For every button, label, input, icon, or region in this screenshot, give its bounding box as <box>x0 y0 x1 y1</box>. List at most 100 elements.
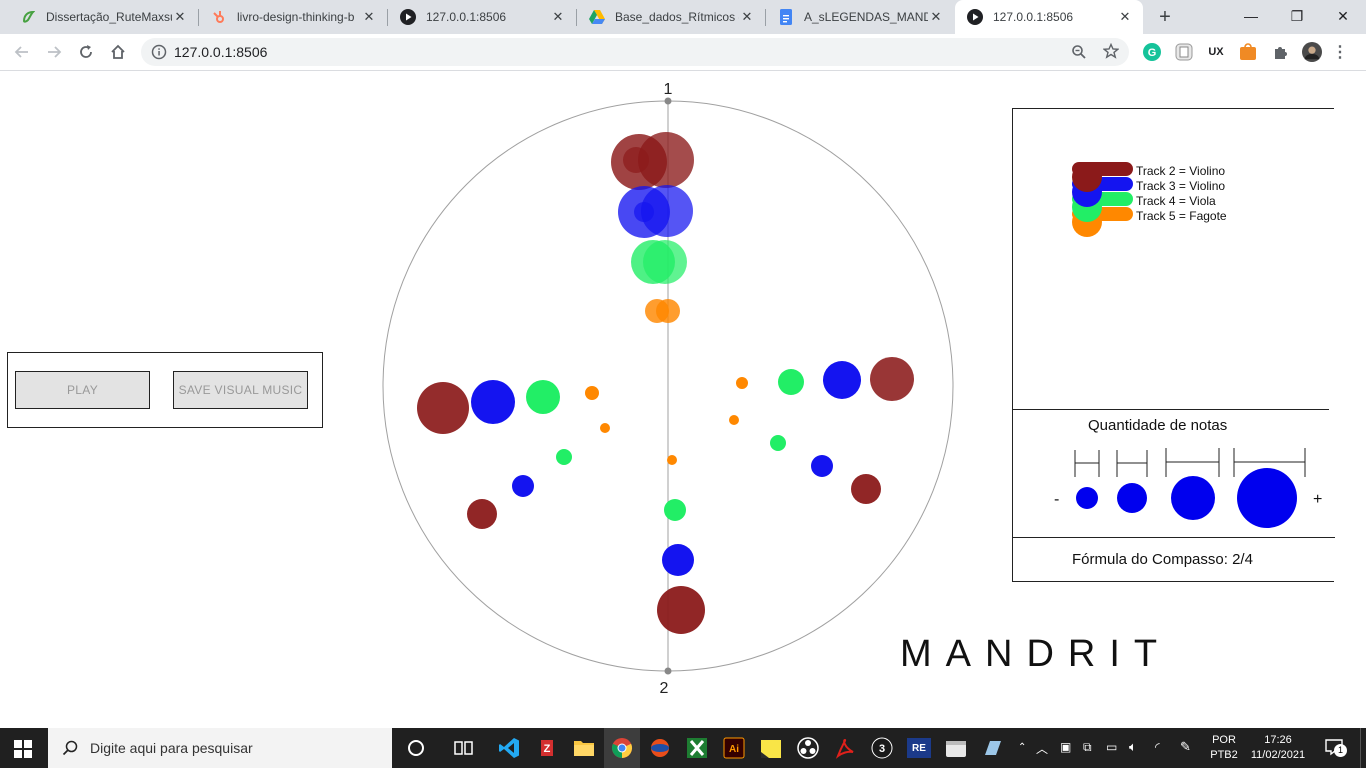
extensions-puzzle-icon[interactable] <box>1270 42 1290 62</box>
extension-page-icon[interactable] <box>1174 42 1194 62</box>
windows-start-icon[interactable] <box>14 740 32 763</box>
note-circle <box>667 455 677 465</box>
app-red-icon[interactable]: Z <box>535 736 559 760</box>
size-sample-small <box>1076 487 1098 509</box>
beat-label-2: 2 <box>660 680 669 697</box>
tab-3-title: 127.0.0.1:8506 <box>426 10 507 24</box>
tray-scroll-icon[interactable]: ⌃ <box>1018 742 1026 753</box>
tab-5-title: A_sLEGENDAS_MANDR <box>804 10 928 24</box>
note-circle <box>770 435 786 451</box>
close-window-icon[interactable]: ✕ <box>1320 0 1366 34</box>
close-tab-4-icon[interactable]: ✕ <box>739 9 755 25</box>
note-circle <box>471 380 515 424</box>
back-icon[interactable] <box>10 40 34 64</box>
close-tab-1-icon[interactable]: ✕ <box>172 9 188 25</box>
menu-kebab-icon[interactable]: ⋮ <box>1330 42 1350 62</box>
tab-1-title: Dissertação_RuteMaxsu <box>46 10 172 24</box>
language-code: POR <box>1212 734 1236 746</box>
tab-4[interactable]: Base_dados_Rítmicos - ✕ <box>577 0 765 34</box>
vscode-icon[interactable] <box>497 736 521 760</box>
show-desktop-button[interactable] <box>1360 728 1366 768</box>
new-tab-icon[interactable]: + <box>1154 6 1176 28</box>
tab-6-active[interactable]: 127.0.0.1:8506 ✕ <box>955 0 1143 34</box>
app-number-icon[interactable]: 3 <box>870 736 894 760</box>
volume-icon[interactable]: 🔈︎ <box>1129 739 1137 755</box>
note-circles <box>417 132 914 634</box>
legend-divider <box>1013 537 1335 538</box>
pen-icon[interactable]: ✎ <box>1180 739 1191 755</box>
grammarly-icon[interactable]: G <box>1142 42 1162 62</box>
re-app-icon[interactable]: RE <box>907 736 931 760</box>
clock[interactable]: 17:26 11/02/2021 <box>1246 733 1310 763</box>
tab-3[interactable]: 127.0.0.1:8506 ✕ <box>388 0 576 34</box>
tab-1[interactable]: Dissertação_RuteMaxsu ✕ <box>8 0 198 34</box>
info-icon[interactable] <box>151 44 167 65</box>
url-text: 127.0.0.1:8506 <box>174 44 268 60</box>
sticky-notes-icon[interactable] <box>759 736 783 760</box>
illustrator-icon[interactable]: Ai <box>722 736 746 760</box>
show-hidden-icons-icon[interactable]: ︿ <box>1036 740 1048 757</box>
close-tab-5-icon[interactable]: ✕ <box>928 9 944 25</box>
mandrit-logo: MANDRIT <box>900 633 1172 675</box>
wifi-icon[interactable]: ◜ <box>1155 740 1160 754</box>
note-circle <box>417 382 469 434</box>
bookmark-star-icon[interactable] <box>1102 42 1120 64</box>
file-explorer-icon[interactable] <box>572 736 596 760</box>
svg-text:G: G <box>1148 47 1157 59</box>
notification-count: 1 <box>1334 744 1347 757</box>
note-circle <box>736 377 748 389</box>
cortana-icon[interactable] <box>404 736 428 760</box>
app-blue-icon[interactable] <box>981 736 1005 760</box>
tab-2[interactable]: livro-design-thinking-b ✕ <box>199 0 387 34</box>
close-tab-6-icon[interactable]: ✕ <box>1117 9 1133 25</box>
notification-center-icon[interactable]: 1 <box>1322 738 1347 759</box>
profile-avatar[interactable] <box>1302 42 1322 62</box>
note-circle <box>870 357 914 401</box>
zoom-icon[interactable] <box>1071 44 1087 65</box>
note-circle <box>662 544 694 576</box>
taskbar-search[interactable]: Digite aqui para pesquisar <box>48 728 392 768</box>
overleaf-icon <box>20 9 36 25</box>
address-bar[interactable]: 127.0.0.1:8506 <box>141 38 1129 66</box>
google-drive-icon <box>589 9 605 25</box>
minimize-icon[interactable]: — <box>1228 0 1274 34</box>
close-tab-2-icon[interactable]: ✕ <box>361 9 377 25</box>
app-green-x-icon[interactable] <box>685 736 709 760</box>
quantity-minus: - <box>1054 491 1059 508</box>
task-view-icon[interactable] <box>452 736 476 760</box>
network-app-icon[interactable]: ⧉ <box>1083 740 1092 755</box>
quantity-title: Quantidade de notas <box>1088 417 1228 434</box>
tab-5[interactable]: A_sLEGENDAS_MANDR ✕ <box>766 0 954 34</box>
google-docs-icon <box>778 9 794 25</box>
note-circle <box>585 386 599 400</box>
legend-divider <box>1013 409 1329 410</box>
size-sample-xlarge <box>1237 468 1297 528</box>
restore-icon[interactable]: ❐ <box>1274 0 1320 34</box>
reload-icon[interactable] <box>74 40 98 64</box>
play-icon <box>967 9 983 25</box>
clock-date: 11/02/2021 <box>1250 749 1306 761</box>
meet-now-icon[interactable]: ▣ <box>1060 740 1071 754</box>
legend-track-4: Track 4 = Viola <box>1136 194 1216 208</box>
note-circle <box>512 475 534 497</box>
acrobat-icon[interactable] <box>833 736 857 760</box>
time-signature-formula: Fórmula do Compasso: 2/4 <box>1072 551 1253 568</box>
chrome-taskbar-icon[interactable] <box>604 728 640 768</box>
quantity-plus: + <box>1313 491 1322 508</box>
forward-icon[interactable] <box>42 40 66 64</box>
beat-label-1: 1 <box>664 81 673 98</box>
note-circle <box>623 147 649 173</box>
language-indicator[interactable]: POR PTB2 <box>1208 733 1240 763</box>
app-globe-icon[interactable] <box>648 736 672 760</box>
battery-icon[interactable]: ▭ <box>1106 740 1117 754</box>
tab-6-title: 127.0.0.1:8506 <box>993 10 1074 24</box>
close-tab-3-icon[interactable]: ✕ <box>550 9 566 25</box>
size-sample-medium <box>1117 483 1147 513</box>
home-icon[interactable] <box>106 40 130 64</box>
app-window-icon[interactable] <box>944 736 968 760</box>
note-circle <box>467 499 497 529</box>
ux-extension-icon[interactable]: UX <box>1206 42 1226 62</box>
note-circle <box>526 380 560 414</box>
obs-icon[interactable] <box>796 736 820 760</box>
shopping-extension-icon[interactable] <box>1238 42 1258 62</box>
